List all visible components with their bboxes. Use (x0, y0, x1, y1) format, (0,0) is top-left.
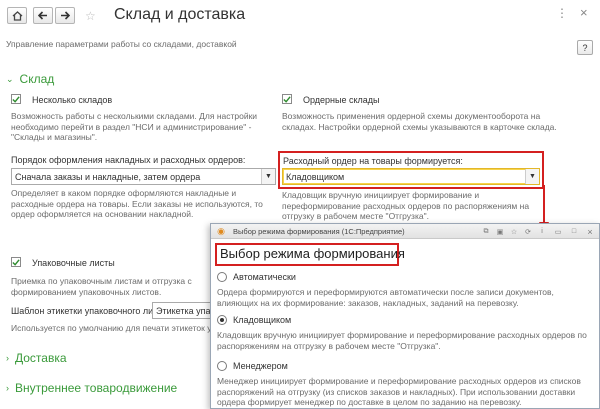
app-logo-icon: ◉ (217, 226, 225, 236)
expense-order-desc: Кладовщик вручную инициирует формировани… (282, 190, 530, 221)
label-template-label: Шаблон этикетки упаковочного листа: (11, 306, 170, 316)
dropdown-arrow-icon: ▼ (525, 169, 539, 184)
help-button[interactable]: ? (577, 40, 593, 55)
dialog-window-title: Выбор режима формирования (1С:Предприяти… (233, 226, 405, 236)
order-procedure-desc: Определяет в каком порядке оформляются н… (11, 188, 263, 219)
arrow-right-icon (61, 11, 70, 20)
section-internal-header[interactable]: › Внутреннее товародвижение (6, 381, 177, 395)
packing-lists-label: Упаковочные листы (32, 258, 115, 268)
section-sklad-title: Склад (19, 72, 55, 86)
packing-lists-desc: Приемка по упаковочным листам и отгрузка… (11, 276, 192, 297)
close-icon[interactable]: × (580, 5, 588, 20)
option-automatic-desc: Ордера формируются и переформируются авт… (217, 287, 554, 308)
dialog-heading: Выбор режима формирования (220, 246, 405, 261)
option-manager-desc: Менеджер инициирует формирование и переф… (217, 376, 581, 407)
minimize-icon[interactable]: ▭ (553, 227, 563, 236)
radio-manager[interactable] (217, 361, 227, 371)
order-procedure-select[interactable]: Сначала заказы и накладные, затем ордера… (11, 168, 276, 185)
expense-order-value: Кладовщиком (286, 171, 345, 182)
arrow-left-icon (38, 11, 47, 20)
link-icon[interactable]: ⧉ (481, 227, 491, 236)
order-warehouses-checkbox[interactable] (282, 94, 292, 104)
option-storekeeper-desc: Кладовщик вручную инициирует формировани… (217, 330, 587, 351)
order-warehouses-label: Ордерные склады (303, 95, 380, 105)
star-icon[interactable]: ☆ (509, 227, 519, 236)
section-sklad-header[interactable]: ⌄ Склад (6, 72, 54, 86)
check-icon (12, 258, 20, 266)
check-icon (12, 95, 20, 103)
label-template-desc: Используется по умолчанию для печати эти… (11, 323, 258, 333)
option-storekeeper-label: Кладовщиком (233, 315, 292, 325)
order-warehouses-desc: Возможность применения ордерной схемы до… (282, 111, 557, 132)
section-delivery-header[interactable]: › Доставка (6, 351, 67, 365)
radio-automatic[interactable] (217, 272, 227, 282)
check-icon (283, 95, 291, 103)
order-procedure-value: Сначала заказы и накладные, затем ордера (15, 171, 201, 182)
radio-selected-dot (220, 318, 224, 322)
dialog-titlebar: ◉ Выбор режима формирования (1С:Предприя… (211, 224, 599, 239)
page-subtitle: Управление параметрами работы со складам… (6, 39, 237, 49)
star-icon[interactable]: ☆ (85, 9, 96, 23)
radio-storekeeper[interactable] (217, 315, 227, 325)
back-button[interactable] (33, 7, 53, 24)
close-icon[interactable]: × (585, 227, 595, 237)
multi-warehouse-label: Несколько складов (32, 95, 113, 105)
maximize-icon[interactable]: □ (569, 227, 579, 236)
save-icon[interactable]: ▣ (495, 227, 505, 236)
expense-order-label: Расходный ордер на товары формируется: (283, 156, 463, 166)
multi-warehouse-desc: Возможность работы с несколькими складам… (11, 111, 258, 142)
section-delivery-title: Доставка (15, 351, 67, 365)
order-procedure-label: Порядок оформления накладных и расходных… (11, 155, 246, 165)
mode-selection-dialog: ◉ Выбор режима формирования (1С:Предприя… (210, 223, 600, 409)
dropdown-arrow-icon: ▼ (261, 169, 275, 184)
home-button[interactable] (7, 7, 27, 24)
page-title: Склад и доставка (114, 6, 246, 23)
multi-warehouse-checkbox[interactable] (11, 94, 21, 104)
expense-order-select[interactable]: Кладовщиком ▼ (282, 168, 540, 185)
chevron-right-icon: › (6, 383, 9, 393)
option-manager-label: Менеджером (233, 361, 288, 371)
help-label: ? (582, 42, 588, 53)
chevron-right-icon: › (6, 353, 9, 363)
option-automatic-label: Автоматически (233, 272, 296, 282)
home-icon (12, 10, 22, 21)
chevron-down-icon: ⌄ (6, 73, 14, 84)
dots-icon[interactable]: ⋮ (556, 6, 568, 20)
info-icon[interactable]: i (537, 227, 547, 236)
packing-lists-checkbox[interactable] (11, 257, 21, 267)
history-icon[interactable]: ⟳ (523, 227, 533, 236)
forward-button[interactable] (55, 7, 75, 24)
section-internal-title: Внутреннее товародвижение (15, 381, 178, 395)
